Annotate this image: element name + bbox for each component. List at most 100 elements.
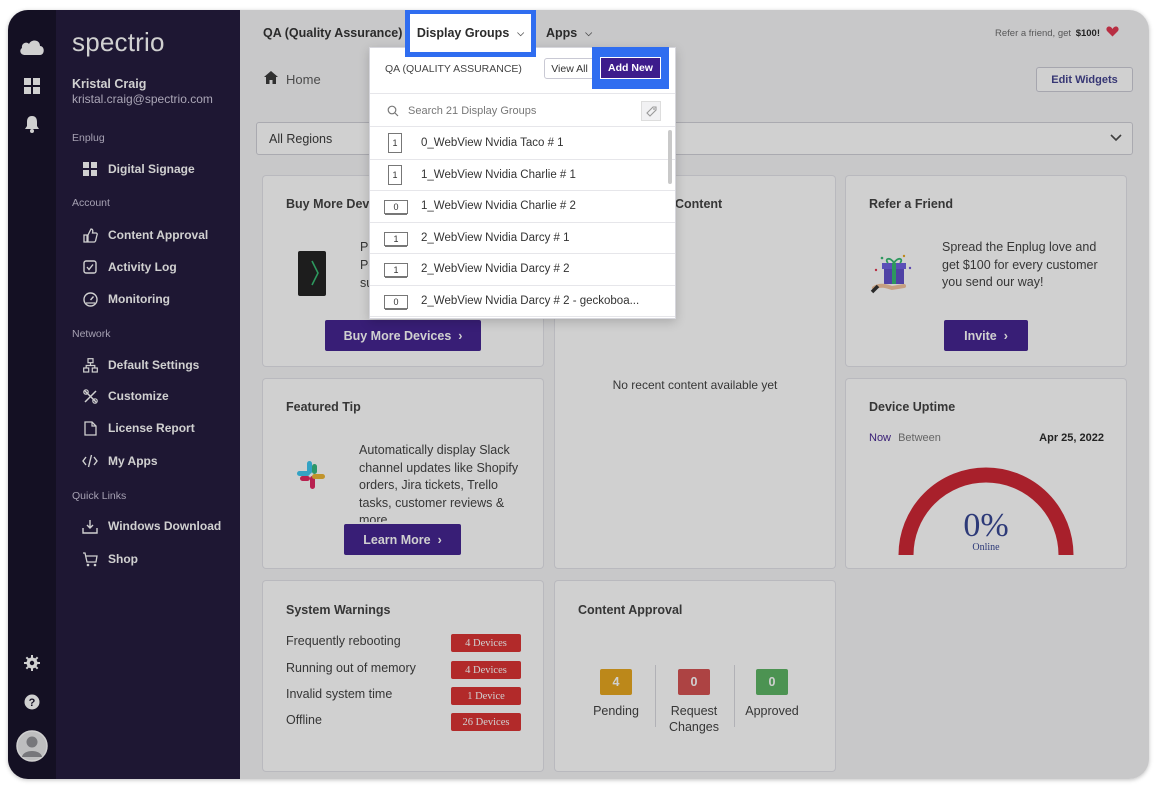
approval-pending[interactable]: 4 Pending <box>581 669 651 719</box>
landscape-screen-icon: 1 <box>384 263 408 277</box>
cloud-icon[interactable] <box>18 34 46 58</box>
bell-icon[interactable] <box>20 112 44 136</box>
list-item[interactable]: 1 2_WebView Nvidia Darcy # 1 <box>370 223 675 254</box>
tag-icon[interactable] <box>641 101 661 126</box>
breadcrumb-home[interactable]: Home <box>286 72 321 87</box>
buy-more-devices-button[interactable]: Buy More Devices › <box>325 320 481 351</box>
warning-row[interactable]: Frequently rebooting 4 Devices <box>286 634 526 654</box>
chevron-right-icon: › <box>1003 328 1008 343</box>
system-warnings-card: System Warnings Frequently rebooting 4 D… <box>263 581 543 771</box>
brand-logo[interactable]: spectrio <box>72 27 165 58</box>
sidebar-item-activity-log[interactable]: Activity Log <box>82 257 177 277</box>
display-groups-menu[interactable]: Display Groups ⌵ <box>405 10 536 57</box>
network-icon <box>82 357 98 373</box>
group-name: 2_WebView Nvidia Darcy # 2 - geckoboa... <box>421 294 640 307</box>
scrollbar-thumb[interactable] <box>668 130 672 184</box>
warning-row[interactable]: Running out of memory 4 Devices <box>286 661 526 681</box>
dashboard-icon[interactable] <box>20 74 44 98</box>
sidebar-item-windows-download[interactable]: Windows Download <box>82 516 221 536</box>
icon-rail: ? <box>8 10 56 779</box>
card-title: Content Approval <box>578 603 683 617</box>
search-placeholder: Search 21 Display Groups <box>408 105 537 117</box>
avatar[interactable] <box>16 730 48 762</box>
pending-count: 4 <box>600 669 632 695</box>
thumbs-up-icon <box>82 227 98 243</box>
warning-label: Invalid system time <box>286 687 393 701</box>
region-value: All Regions <box>269 131 333 146</box>
sidebar-item-my-apps[interactable]: My Apps <box>82 451 158 471</box>
sidebar-item-label: Windows Download <box>108 519 222 533</box>
user-email: kristal.craig@spectrio.com <box>72 92 213 106</box>
approval-approved[interactable]: 0 Approved <box>737 669 807 719</box>
uptime-percent: 0% <box>963 507 1009 544</box>
refer-amount: $100! <box>1075 27 1100 39</box>
home-icon[interactable] <box>264 71 278 87</box>
device-image <box>298 251 326 301</box>
sidebar-item-label: Activity Log <box>108 260 177 274</box>
warning-badge[interactable]: 4 Devices <box>451 661 521 679</box>
divider <box>655 665 656 727</box>
org-selector[interactable]: QA (Quality Assurance)⌵ <box>263 26 417 40</box>
help-icon[interactable]: ? <box>20 690 44 714</box>
list-item[interactable]: 1 2_WebView Nvidia Darcy # 2 <box>370 254 675 286</box>
tab-now[interactable]: Now <box>869 432 891 444</box>
uptime-date: Apr 25, 2022 <box>1039 432 1104 444</box>
approved-count: 0 <box>756 669 788 695</box>
sidebar-item-content-approval[interactable]: Content Approval <box>82 225 208 245</box>
dropdown-search[interactable]: Search 21 Display Groups <box>370 93 675 127</box>
warning-badge[interactable]: 1 Device <box>451 687 521 705</box>
uptime-label: Online <box>972 542 1000 553</box>
content-approval-card: Content Approval 4 Pending 0 Request Cha… <box>555 581 835 771</box>
portrait-screen-icon: 1 <box>388 164 402 185</box>
checkbox-icon <box>82 259 98 275</box>
list-item[interactable]: 0 2_WebView Nvidia Darcy # 2 - geckoboa.… <box>370 286 675 317</box>
sidebar-item-license-report[interactable]: License Report <box>82 418 195 438</box>
approved-label: Approved <box>745 704 799 718</box>
slack-icon <box>296 460 326 495</box>
tab-between[interactable]: Between <box>898 432 941 444</box>
file-icon <box>82 420 98 436</box>
device-uptime-card: Device Uptime Now Between Apr 25, 2022 0… <box>846 379 1126 568</box>
list-item[interactable]: 0 1_WebView Nvidia Charlie # 2 <box>370 191 675 223</box>
approval-request-changes[interactable]: 0 Request Changes <box>659 669 729 735</box>
display-groups-label: Display Groups <box>416 26 510 40</box>
sidebar-item-digital-signage[interactable]: Digital Signage <box>82 159 195 179</box>
card-title: Content <box>675 197 723 211</box>
sidebar-item-shop[interactable]: Shop <box>82 549 138 569</box>
display-group-list: 1 0_WebView Nvidia Taco # 1 1 1_WebView … <box>370 128 675 317</box>
warning-badge[interactable]: 26 Devices <box>451 713 521 731</box>
warning-row[interactable]: Offline 26 Devices <box>286 713 526 733</box>
tip-text-clip: Automatically display Slack channel upda… <box>359 442 529 522</box>
learn-more-button[interactable]: Learn More › <box>344 524 461 555</box>
add-new-button[interactable]: Add New <box>600 57 661 79</box>
sidebar-item-monitoring[interactable]: Monitoring <box>82 289 170 309</box>
breadcrumb: Home <box>264 71 321 87</box>
sidebar-item-label: My Apps <box>108 454 158 468</box>
list-item[interactable]: 1 0_WebView Nvidia Taco # 1 <box>370 128 675 160</box>
chevron-right-icon: › <box>458 328 463 343</box>
warning-badge[interactable]: 4 Devices <box>451 634 521 652</box>
apps-menu[interactable]: Apps ⌵ <box>546 26 592 40</box>
edit-widgets-button[interactable]: Edit Widgets <box>1036 67 1133 92</box>
landscape-screen-icon: 0 <box>384 294 408 309</box>
button-label: Learn More <box>363 532 431 547</box>
invite-button[interactable]: Invite › <box>944 320 1028 351</box>
tools-icon <box>82 388 98 404</box>
tip-text: Automatically display Slack channel upda… <box>359 443 519 522</box>
sidebar-item-customize[interactable]: Customize <box>82 386 169 406</box>
user-name: Kristal Craig <box>72 77 147 91</box>
sidebar-item-label: Shop <box>108 552 138 566</box>
empty-state-text: No recent content available yet <box>612 378 778 392</box>
svg-text:?: ? <box>29 697 36 709</box>
request-changes-label: Request Changes <box>668 704 720 734</box>
section-heading-account: Account <box>72 197 110 209</box>
sidebar-item-default-settings[interactable]: Default Settings <box>82 355 199 375</box>
view-all-button[interactable]: View All <box>544 58 595 79</box>
refer-link[interactable]: Refer a friend, get $100! <box>995 26 1119 40</box>
group-name: 0_WebView Nvidia Taco # 1 <box>421 137 564 149</box>
list-item[interactable]: 1 1_WebView Nvidia Charlie # 1 <box>370 160 675 191</box>
sidebar-item-label: Digital Signage <box>108 162 195 176</box>
gear-icon[interactable] <box>20 651 44 675</box>
code-icon <box>82 453 98 469</box>
warning-row[interactable]: Invalid system time 1 Device <box>286 687 526 707</box>
